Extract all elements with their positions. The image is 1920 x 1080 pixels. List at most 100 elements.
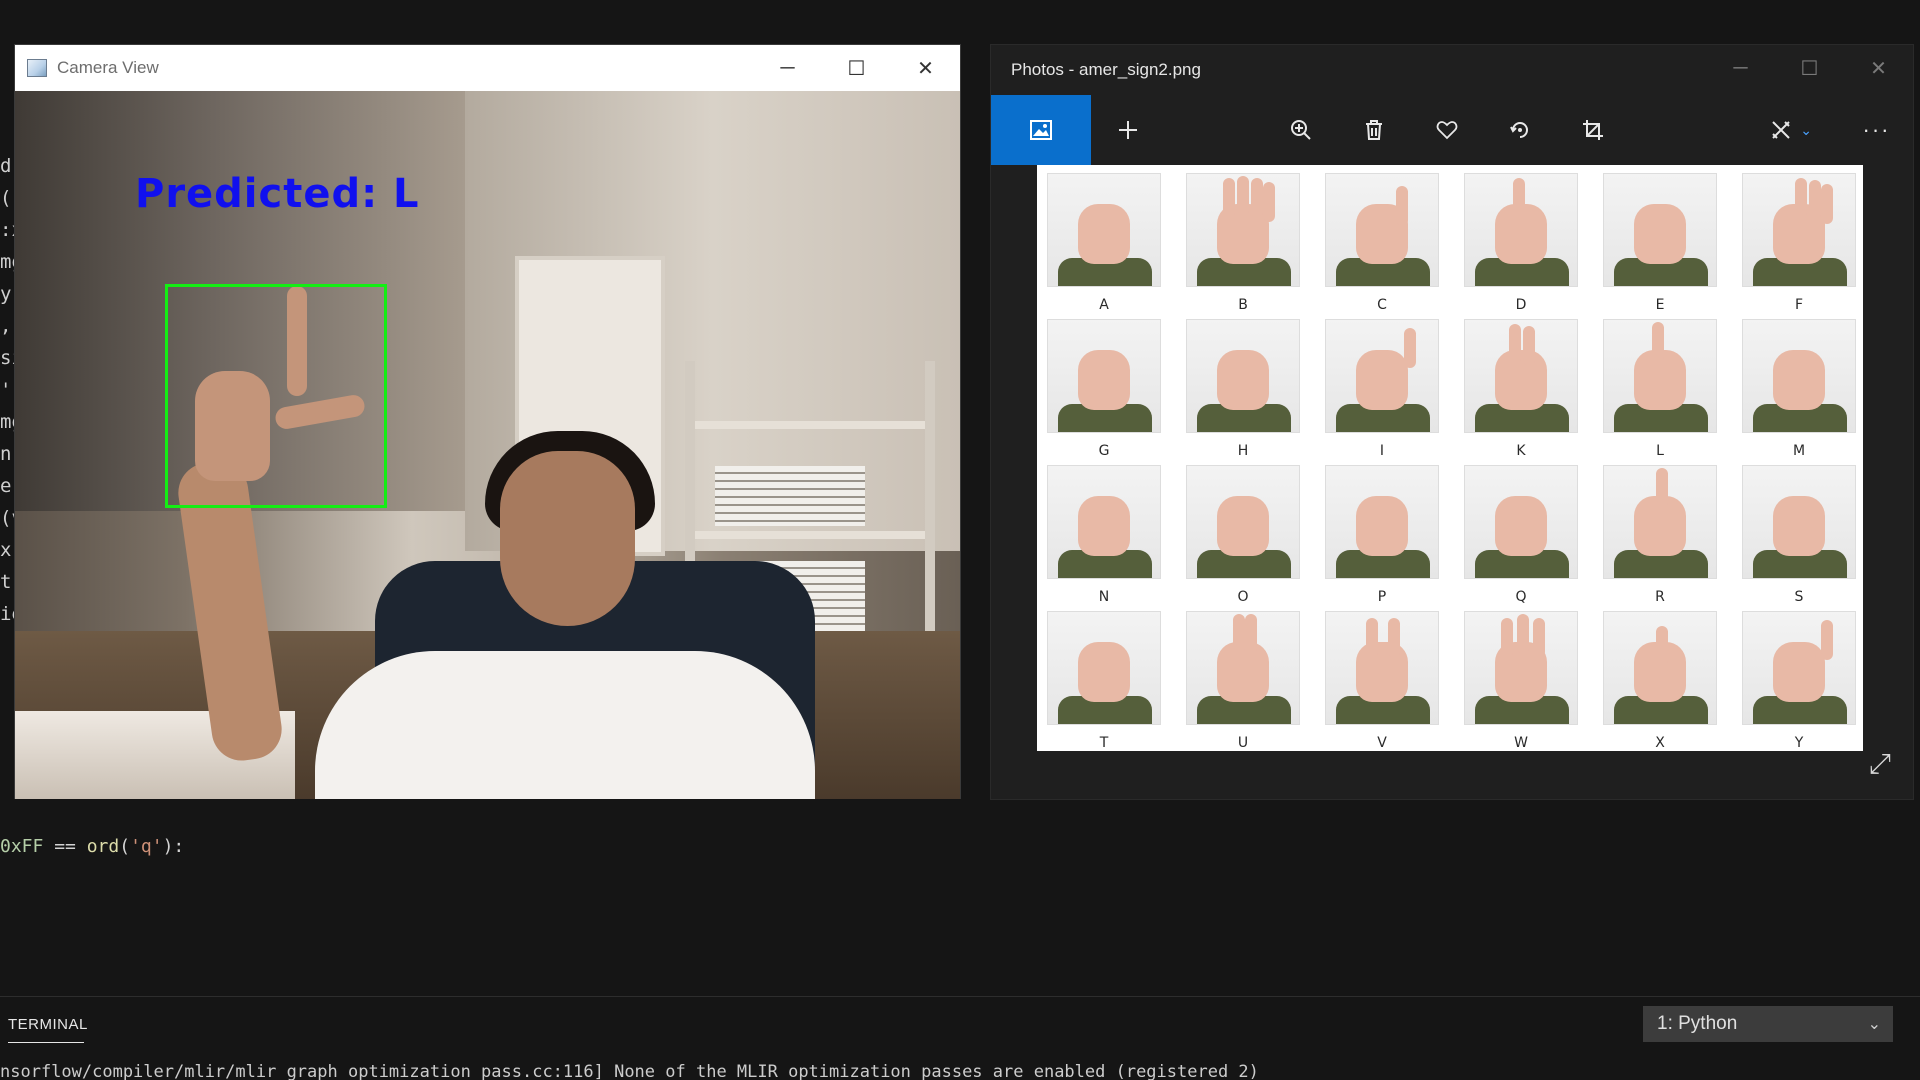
sign-hand-image [1047, 465, 1161, 579]
heart-icon [1436, 121, 1457, 140]
sign-letter-label: H [1237, 443, 1249, 459]
sign-letter-label: B [1238, 297, 1248, 313]
sign-letter-label: E [1655, 297, 1665, 313]
camera-window-title: Camera View [57, 58, 159, 77]
edit-create-icon [1772, 121, 1790, 139]
sign-hand-image [1603, 465, 1717, 579]
sign-letter-label: C [1377, 297, 1387, 313]
sign-hand-image [1047, 319, 1161, 433]
code-function: ord [86, 836, 120, 857]
photos-window[interactable]: Photos - amer_sign2.png ─ ☐ ✕ ⌄ ··· A B … [990, 44, 1914, 800]
code-line[interactable]: 0xFF == ord('q'): [0, 836, 184, 857]
sign-hand-image [1603, 319, 1717, 433]
maximize-button[interactable]: ☐ [822, 45, 891, 91]
sign-language-chart: A B C D E F G H I K L M N O P Q R S T U V W X Y [1037, 165, 1863, 751]
code-open-paren: ( [119, 836, 131, 857]
sign-card: U [1186, 611, 1300, 757]
sign-card: G [1047, 319, 1161, 465]
sign-letter-label: X [1655, 735, 1665, 751]
prediction-label: Predicted: L [135, 171, 420, 217]
sign-hand-image [1186, 611, 1300, 725]
camera-feed: Predicted: L [15, 91, 960, 799]
rotate-button[interactable] [1483, 95, 1556, 165]
camera-window[interactable]: Camera View ─ ☐ ✕ Predicted: L [14, 44, 961, 799]
more-icon: ··· [1862, 117, 1891, 142]
sign-letter-label: G [1098, 443, 1110, 459]
sign-letter-label: M [1792, 443, 1806, 459]
photos-toolbar: ⌄ ··· [991, 95, 1913, 165]
desktop: { "editor_strip": ["d(", "(", ":x", "", … [0, 0, 1920, 1080]
sign-letter-label: O [1237, 589, 1249, 605]
sign-hand-image [1603, 173, 1717, 287]
sign-hand-image [1047, 173, 1161, 287]
sign-letter-label: F [1794, 297, 1804, 313]
zoom-button[interactable] [1264, 95, 1337, 165]
sign-hand-image [1603, 611, 1717, 725]
tab-terminal[interactable]: TERMINAL [8, 1016, 88, 1033]
sign-hand-image [1464, 319, 1578, 433]
code-hex-literal: 0xFF [0, 836, 44, 857]
sign-letter-label: I [1379, 443, 1385, 459]
code-close: ): [162, 836, 185, 857]
sign-card: D [1464, 173, 1578, 319]
minimize-button[interactable]: ─ [1706, 45, 1775, 91]
crop-button[interactable] [1556, 95, 1629, 165]
maximize-button[interactable]: ☐ [1775, 45, 1844, 91]
close-button[interactable]: ✕ [891, 45, 960, 91]
sign-hand-image [1742, 173, 1856, 287]
photos-titlebar[interactable]: Photos - amer_sign2.png ─ ☐ ✕ [991, 45, 1913, 95]
sign-card: M [1742, 319, 1856, 465]
sign-grid: A B C D E F G H I K L M N O P Q R S T U V W X Y [1047, 173, 1856, 757]
sign-card: H [1186, 319, 1300, 465]
sign-hand-image [1325, 319, 1439, 433]
sign-hand-image [1464, 465, 1578, 579]
tab-terminal-underline [8, 1042, 84, 1043]
terminal-shell-select[interactable]: 1: Python ⌄ [1643, 1006, 1893, 1042]
chevron-down-icon: ⌄ [1867, 1016, 1881, 1033]
sign-hand-image [1047, 611, 1161, 725]
plus-icon [1118, 121, 1137, 139]
sign-hand-image [1464, 611, 1578, 725]
sign-letter-label: V [1377, 735, 1387, 751]
crop-icon [1582, 120, 1603, 140]
sign-card: P [1325, 465, 1439, 611]
sign-card: R [1603, 465, 1717, 611]
sign-letter-label: D [1515, 297, 1527, 313]
sign-card: T [1047, 611, 1161, 757]
sign-hand-image [1325, 173, 1439, 287]
terminal-output: nsorflow/compiler/mlir/mlir_graph_optimi… [0, 1062, 1259, 1080]
chevron-down-icon[interactable]: ⌄ [1800, 122, 1812, 139]
view-image-button[interactable] [991, 95, 1091, 165]
sign-letter-label: K [1516, 443, 1526, 459]
sign-card: K [1464, 319, 1578, 465]
sign-letter-label: U [1237, 735, 1249, 751]
favorite-button[interactable] [1410, 95, 1483, 165]
sign-card: B [1186, 173, 1300, 319]
sign-card: S [1742, 465, 1856, 611]
sign-card: E [1603, 173, 1717, 319]
app-icon [27, 59, 47, 77]
camera-titlebar[interactable]: Camera View ─ ☐ ✕ [15, 45, 960, 91]
sign-letter-label: N [1098, 589, 1110, 605]
sign-hand-image [1464, 173, 1578, 287]
delete-button[interactable] [1337, 95, 1410, 165]
expand-icon[interactable]: ⤢ [1869, 748, 1891, 781]
sign-letter-label: S [1794, 589, 1804, 605]
sign-letter-label: Q [1515, 589, 1527, 605]
sign-hand-image [1186, 465, 1300, 579]
sign-card: W [1464, 611, 1578, 757]
minimize-button[interactable]: ─ [753, 45, 822, 91]
sign-letter-label: L [1656, 443, 1664, 459]
close-button[interactable]: ✕ [1844, 45, 1913, 91]
terminal-shell-label: 1: Python [1657, 1013, 1738, 1034]
person-body [315, 651, 815, 799]
more-button[interactable]: ··· [1840, 95, 1913, 165]
roi-box [165, 284, 387, 508]
sign-letter-label: T [1099, 735, 1109, 751]
sign-letter-label: A [1099, 297, 1109, 313]
sign-hand-image [1742, 465, 1856, 579]
add-button[interactable] [1091, 95, 1164, 165]
sign-letter-label: Y [1794, 735, 1804, 751]
sign-hand-image [1325, 611, 1439, 725]
sign-hand-image [1325, 465, 1439, 579]
